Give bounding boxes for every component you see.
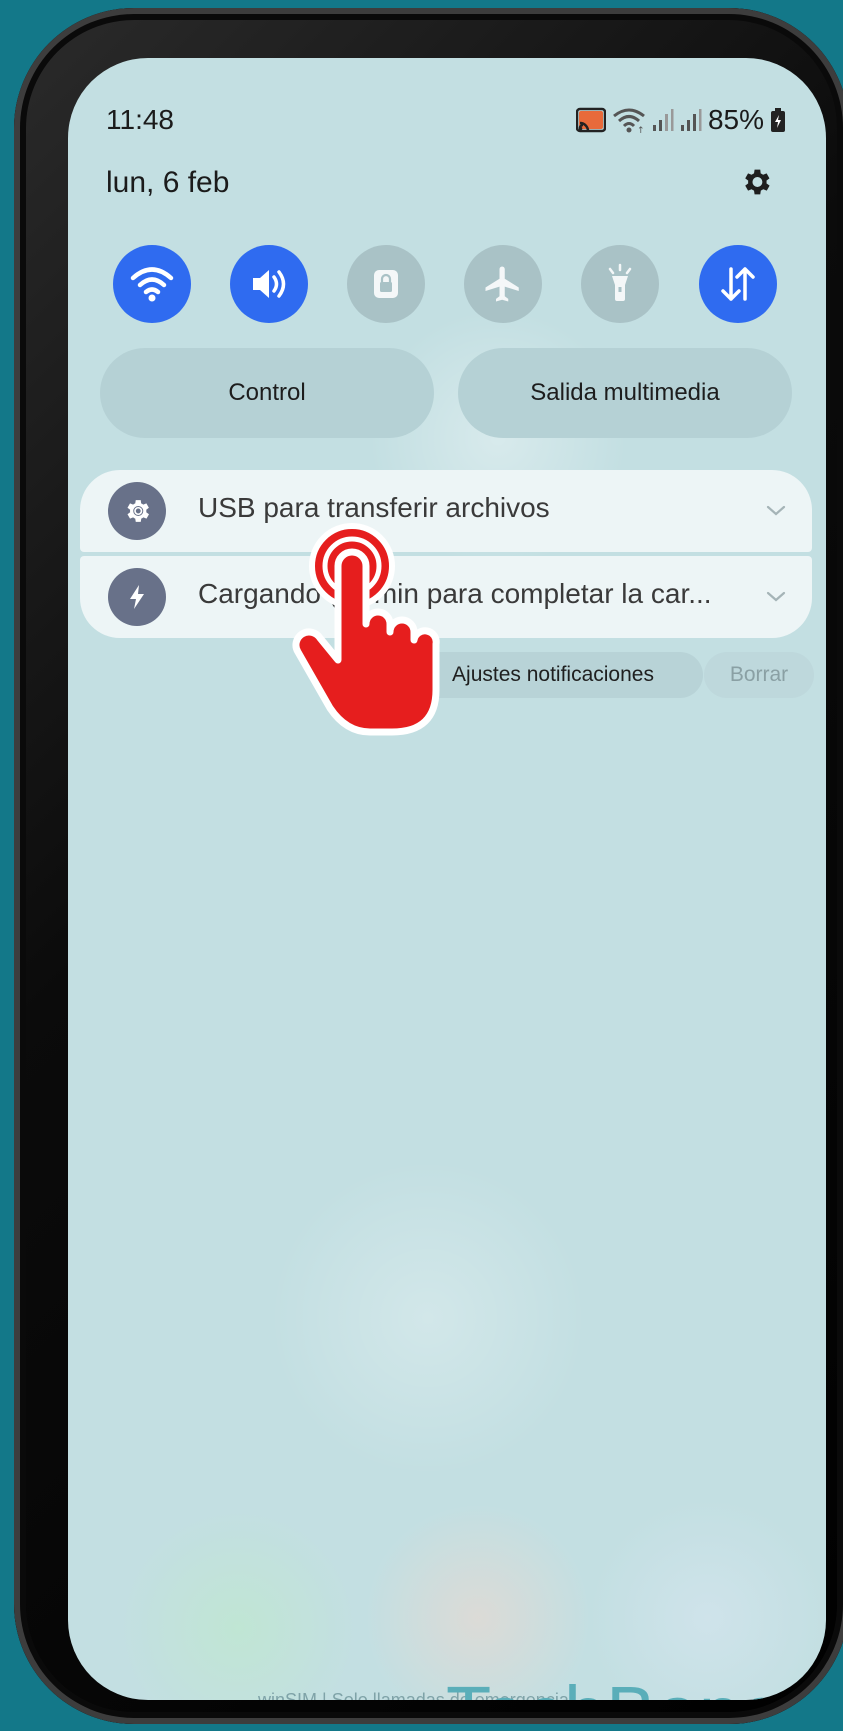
speaker-icon (253, 270, 286, 298)
status-bar: 11:48 ↑↓ (106, 102, 786, 142)
status-icons: ↑↓ 85% (575, 102, 786, 138)
settings-button[interactable] (736, 162, 776, 202)
qs-flashlight-toggle[interactable] (581, 245, 659, 323)
watermark-logo: TechBone (446, 1670, 783, 1700)
qs-mobile-data-toggle[interactable] (699, 245, 777, 323)
qs-wifi-toggle[interactable] (113, 245, 191, 323)
quick-settings-row (113, 245, 777, 323)
control-button[interactable]: Control (100, 348, 434, 438)
signal-icon (652, 109, 674, 131)
chevron-down-icon[interactable] (762, 582, 790, 610)
flashlight-icon (608, 263, 632, 301)
notification-panel: 11:48 ↑↓ (68, 58, 826, 1700)
usb-settings-icon (108, 482, 166, 540)
tap-hand-icon (292, 523, 440, 736)
svg-text:↑↓: ↑↓ (637, 126, 646, 134)
wifi-icon (130, 267, 174, 302)
battery-icon (771, 108, 785, 132)
wallpaper-glow (118, 1508, 358, 1700)
notification-title: Cargando (… min para completar la car... (198, 578, 712, 609)
phone-frame: 11:48 ↑↓ (14, 8, 843, 1724)
cast-icon (575, 107, 606, 133)
battery-percentage: 85% (707, 104, 764, 135)
lock-icon (374, 270, 398, 298)
date-label: lun, 6 feb (106, 166, 230, 199)
wallpaper-glow (268, 1158, 588, 1478)
data-arrows-icon (721, 267, 755, 301)
status-time: 11:48 (106, 104, 174, 135)
wifi-icon: ↑↓ (613, 108, 646, 134)
qs-rotation-lock-toggle[interactable] (347, 245, 425, 323)
gear-icon (745, 169, 770, 195)
media-output-button[interactable]: Salida multimedia (458, 348, 792, 438)
signal-icon (680, 109, 702, 131)
qs-airplane-toggle[interactable] (464, 245, 542, 323)
lightning-icon (108, 568, 166, 626)
qs-sound-toggle[interactable] (230, 245, 308, 323)
notification-settings-button[interactable]: Ajustes notificaciones (403, 652, 703, 698)
airplane-icon (485, 266, 519, 302)
chevron-down-icon[interactable] (762, 496, 790, 524)
clear-button[interactable]: Borrar (704, 652, 814, 698)
